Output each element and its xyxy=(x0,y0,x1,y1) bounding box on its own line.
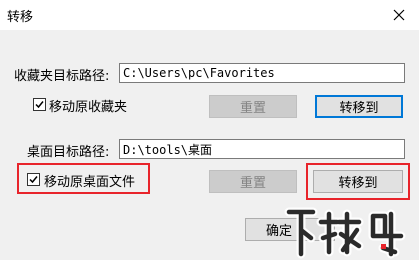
title-bar: 转移 xyxy=(0,0,419,30)
close-icon xyxy=(393,9,405,21)
move-desktop-label: 移动原桌面文件 xyxy=(44,175,136,190)
download-bar-logo-icon xyxy=(284,207,406,259)
checkmark-icon xyxy=(35,101,44,109)
favorites-path-label: 收藏夹目标路径: xyxy=(14,69,110,84)
favorites-path-input[interactable] xyxy=(119,63,405,83)
desktop-move-button[interactable]: 转移到 xyxy=(313,170,403,193)
checkmark-icon xyxy=(29,176,38,184)
favorites-move-button[interactable]: 转移到 xyxy=(315,95,403,118)
window-title: 转移 xyxy=(7,10,34,25)
transfer-dialog: 转移 收藏夹目标路径: 移动原收藏夹 重置 转移到 桌面目标路径: 移动原桌面文… xyxy=(0,0,419,260)
move-favorites-checkbox[interactable] xyxy=(33,98,46,111)
close-button[interactable] xyxy=(379,0,419,30)
move-favorites-label: 移动原收藏夹 xyxy=(49,100,128,115)
watermark-logo xyxy=(277,200,417,260)
move-desktop-checkbox[interactable] xyxy=(27,173,40,186)
desktop-reset-button[interactable]: 重置 xyxy=(209,170,297,193)
desktop-path-label: 桌面目标路径: xyxy=(27,145,110,160)
favorites-reset-button[interactable]: 重置 xyxy=(209,95,297,118)
desktop-path-input[interactable] xyxy=(119,139,405,159)
